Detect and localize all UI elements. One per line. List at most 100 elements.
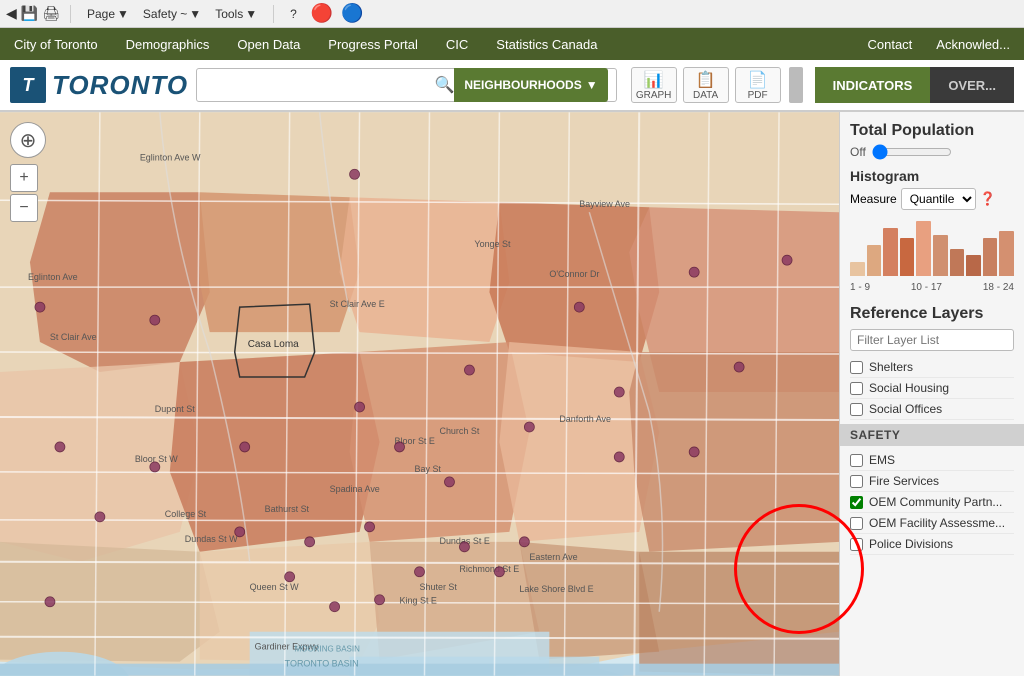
- svg-text:St Clair Ave E: St Clair Ave E: [330, 299, 385, 309]
- nav-progress-portal[interactable]: Progress Portal: [324, 31, 422, 58]
- toggle-slider[interactable]: [872, 144, 952, 160]
- hist-label-2: 10 - 17: [911, 282, 942, 293]
- layer-social-housing[interactable]: Social Housing: [850, 378, 1014, 399]
- neighbourhood-btn[interactable]: NEIGHBOURHOODS ▼: [454, 68, 607, 102]
- layer-police-divisions-checkbox[interactable]: [850, 538, 863, 551]
- histogram-bars: [850, 216, 1014, 276]
- toolbar-separator: [70, 5, 71, 23]
- hist-bar-7: [966, 255, 981, 276]
- page-menu[interactable]: Page ▼: [81, 4, 135, 24]
- layer-oem-community-checkbox[interactable]: [850, 496, 863, 509]
- nav-contact[interactable]: Contact: [863, 31, 916, 58]
- pdf-btn[interactable]: 📄 PDF: [735, 67, 781, 103]
- tools-chevron: ▼: [245, 7, 257, 21]
- svg-text:Bathurst St: Bathurst St: [265, 504, 310, 514]
- svg-text:Church St: Church St: [439, 426, 479, 436]
- page-label: Page: [87, 7, 115, 21]
- logo-icon: T: [10, 67, 46, 103]
- svg-text:Dundas St W: Dundas St W: [185, 534, 238, 544]
- main: Eglinton Ave W O'Connor Dr Eglinton Ave …: [0, 112, 1024, 676]
- svg-text:Eglinton Ave: Eglinton Ave: [28, 272, 78, 282]
- map-svg: Eglinton Ave W O'Connor Dr Eglinton Ave …: [0, 112, 839, 676]
- print-icon[interactable]: 🖨: [42, 5, 60, 22]
- svg-text:Bayview Ave: Bayview Ave: [579, 199, 630, 209]
- filter-input[interactable]: [850, 329, 1014, 351]
- layer-police-divisions[interactable]: Police Divisions: [850, 534, 1014, 555]
- layer-shelters[interactable]: Shelters: [850, 357, 1014, 378]
- svg-text:St Clair Ave: St Clair Ave: [50, 332, 97, 342]
- histogram-section: Histogram Measure Quantile ❓ 1 - 9 10 - …: [850, 168, 1014, 293]
- tab-indicators[interactable]: INDICATORS: [815, 67, 931, 103]
- graph-btn[interactable]: 📊 GRAPH: [631, 67, 677, 103]
- layer-social-offices[interactable]: Social Offices: [850, 399, 1014, 420]
- data-btn[interactable]: 📋 DATA: [683, 67, 729, 103]
- neighbourhood-label: NEIGHBOURHOODS: [464, 78, 581, 92]
- search-bar[interactable]: 🔍 NEIGHBOURHOODS ▼: [196, 68, 617, 102]
- nav-city-of-toronto[interactable]: City of Toronto: [10, 31, 102, 58]
- navbar: City of Toronto Demographics Open Data P…: [0, 28, 1024, 60]
- svg-text:Lake Shore Blvd E: Lake Shore Blvd E: [519, 584, 593, 594]
- layer-oem-facility[interactable]: OEM Facility Assessme...: [850, 513, 1014, 534]
- page-chevron: ▼: [117, 7, 129, 21]
- search-input[interactable]: [205, 78, 434, 93]
- layer-social-housing-checkbox[interactable]: [850, 382, 863, 395]
- svg-text:MOORING BASIN: MOORING BASIN: [295, 645, 360, 654]
- search-icon[interactable]: 🔍: [434, 75, 454, 95]
- layer-oem-community[interactable]: OEM Community Partn...: [850, 492, 1014, 513]
- hist-bar-8: [983, 238, 998, 276]
- layer-ems-checkbox[interactable]: [850, 454, 863, 467]
- right-panel: Total Population Off Histogram Measure Q…: [839, 112, 1024, 676]
- ext1-icon[interactable]: 🔴: [311, 3, 333, 24]
- tab-overview[interactable]: OVER...: [930, 67, 1014, 103]
- svg-text:Yonge St: Yonge St: [474, 239, 511, 249]
- nav-statistics-canada[interactable]: Statistics Canada: [492, 31, 601, 58]
- nav-acknowledge[interactable]: Acknowled...: [932, 31, 1014, 58]
- layer-oem-community-label: OEM Community Partn...: [869, 495, 1002, 509]
- histogram-labels: 1 - 9 10 - 17 18 - 24: [850, 282, 1014, 293]
- help-btn[interactable]: ?: [284, 4, 303, 24]
- toggle-label: Off: [850, 145, 866, 159]
- layer-fire-services-checkbox[interactable]: [850, 475, 863, 488]
- layer-social-offices-checkbox[interactable]: [850, 403, 863, 416]
- back-icon[interactable]: ◀: [6, 5, 17, 22]
- measure-select[interactable]: Quantile: [901, 188, 976, 210]
- expand-btn[interactable]: [789, 67, 803, 103]
- svg-text:Richmond St E: Richmond St E: [459, 564, 519, 574]
- layer-social-housing-label: Social Housing: [869, 381, 949, 395]
- help-icon[interactable]: ❓: [980, 191, 996, 207]
- hist-label-3: 18 - 24: [983, 282, 1014, 293]
- svg-text:Eastern Ave: Eastern Ave: [529, 552, 577, 562]
- safety-header: SAFETY: [840, 424, 1024, 446]
- hist-bar-3: [900, 238, 915, 276]
- panel-bottom-svg: [840, 567, 1024, 577]
- data-label: DATA: [693, 90, 718, 101]
- layer-oem-facility-label: OEM Facility Assessme...: [869, 516, 1005, 530]
- layer-shelters-checkbox[interactable]: [850, 361, 863, 374]
- layer-ems[interactable]: EMS: [850, 450, 1014, 471]
- ext2-icon[interactable]: 🔵: [341, 3, 363, 24]
- tools-menu[interactable]: Tools ▼: [209, 4, 263, 24]
- layer-ems-label: EMS: [869, 453, 895, 467]
- map[interactable]: Eglinton Ave W O'Connor Dr Eglinton Ave …: [0, 112, 839, 676]
- layer-fire-services[interactable]: Fire Services: [850, 471, 1014, 492]
- total-population-title: Total Population: [850, 122, 1014, 140]
- save-icon[interactable]: 💾: [21, 5, 38, 22]
- nav-right: Contact Acknowled...: [863, 31, 1014, 58]
- measure-label: Measure: [850, 192, 897, 206]
- tab-bar: INDICATORS OVER...: [815, 67, 1014, 103]
- nav-open-data[interactable]: Open Data: [233, 31, 304, 58]
- layer-oem-facility-checkbox[interactable]: [850, 517, 863, 530]
- svg-text:Spadina Ave: Spadina Ave: [330, 484, 380, 494]
- zoom-in-btn[interactable]: +: [10, 164, 38, 192]
- red-circle-container: [840, 565, 1024, 580]
- zoom-out-btn[interactable]: −: [10, 194, 38, 222]
- hist-bar-6: [950, 249, 965, 277]
- measure-row: Measure Quantile ❓: [850, 188, 1014, 210]
- histogram-title: Histogram: [850, 168, 1014, 184]
- nav-cic[interactable]: CIC: [442, 31, 472, 58]
- hist-label-1: 1 - 9: [850, 282, 870, 293]
- safety-menu[interactable]: Safety ~ ▼: [143, 7, 201, 21]
- compass-btn[interactable]: ⊕: [10, 122, 46, 158]
- svg-text:Dupont St: Dupont St: [155, 404, 195, 414]
- nav-demographics[interactable]: Demographics: [122, 31, 214, 58]
